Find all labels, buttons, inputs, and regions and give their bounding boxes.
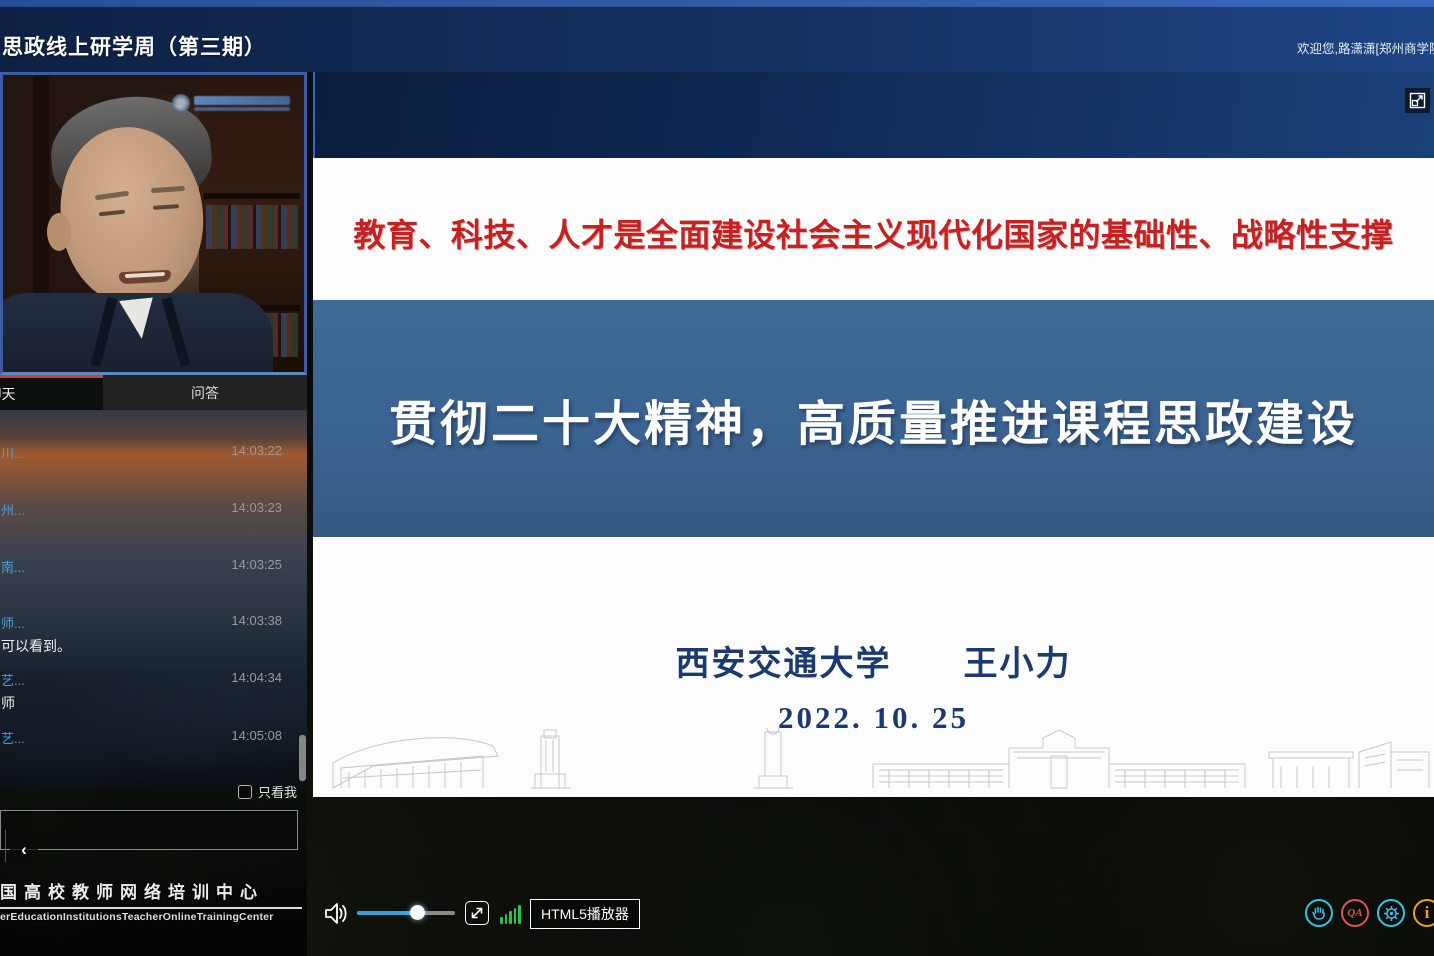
sidebar-tabbar: 聊天 问答 — [0, 375, 307, 410]
sidebar: 聊天 问答 川... 14:03:22 州... 14:03:23 南... 1… — [0, 72, 307, 956]
top-bar: 思政线上研学周（第三期） 欢迎您,路潇潇[郑州商学院 — [0, 0, 1434, 72]
chat-message-text: 可以看到。 — [1, 636, 71, 656]
chat-message-row: 艺... 14:05:08 — [0, 728, 300, 746]
chat-timestamp: 14:03:23 — [231, 500, 282, 515]
only-me-checkbox[interactable] — [238, 785, 252, 799]
course-title: 思政线上研学周（第三期） — [2, 31, 266, 61]
tab-qa[interactable]: 问答 — [103, 375, 307, 410]
chat-panel: 川... 14:03:22 州... 14:03:23 南... 14:03:2… — [0, 410, 307, 956]
logo-chinese-text: 国高校教师网络培训中心 — [0, 878, 302, 909]
collapse-sidebar-button[interactable]: ‹ — [10, 836, 38, 864]
campus-buildings-sketch — [313, 728, 1434, 797]
chat-scrollbar[interactable] — [299, 735, 306, 781]
fullscreen-icon[interactable] — [1405, 88, 1430, 113]
tab-chat[interactable]: 聊天 — [0, 375, 103, 410]
chat-timestamp: 14:03:25 — [231, 557, 282, 572]
presenter — [3, 75, 304, 372]
raise-hand-icon[interactable] — [1305, 899, 1333, 927]
slide-banner: 贯彻二十大精神，高质量推进课程思政建设 — [313, 300, 1434, 537]
slide-top-title: 教育、科技、人才是全面建设社会主义现代化国家的基础性、战略性支撑 — [313, 210, 1434, 256]
chat-username: 南... — [1, 557, 25, 576]
chat-username: 艺... — [1, 728, 25, 747]
training-center-logo: 国高校教师网络培训中心 erEducationInstitutionsTeach… — [0, 878, 302, 923]
watermark-text-blur — [194, 96, 290, 111]
video-watermark-logo — [172, 91, 290, 115]
chat-username: 师... — [1, 613, 25, 632]
presenter-video — [0, 72, 307, 375]
main-area: 教育、科技、人才是全面建设社会主义现代化国家的基础性、战略性支撑 贯彻二十大精神… — [313, 72, 1434, 956]
settings-gear-icon[interactable] — [1377, 899, 1405, 927]
chat-input[interactable] — [0, 810, 298, 850]
qa-icon-label: QA — [1347, 907, 1362, 919]
qa-icon[interactable]: QA — [1341, 899, 1369, 927]
watermark-emblem-icon — [172, 94, 190, 112]
chat-message-text: 师 — [1, 693, 15, 713]
chat-timestamp: 14:04:34 — [231, 670, 282, 685]
chat-username: 川... — [1, 443, 25, 462]
volume-slider-fill — [357, 911, 418, 915]
player-type-badge[interactable]: HTML5播放器 — [530, 899, 640, 929]
chat-timestamp: 14:03:38 — [231, 613, 282, 628]
presenter-ear — [47, 213, 71, 251]
chat-message-row: 师... 14:03:38 — [0, 613, 300, 631]
chat-username: 艺... — [1, 670, 25, 689]
volume-icon[interactable] — [322, 900, 349, 932]
chat-message-row: 艺... 14:04:34 — [0, 670, 300, 688]
chat-message-row: 州... 14:03:23 — [0, 500, 300, 518]
chat-timestamp: 14:03:22 — [231, 443, 282, 458]
network-signal-icon — [500, 904, 522, 924]
chat-timestamp: 14:05:08 — [231, 728, 282, 743]
chat-message-row: 川... 14:03:22 — [0, 443, 300, 461]
slide-main-title: 贯彻二十大精神，高质量推进课程思政建设 — [389, 384, 1358, 454]
volume-slider[interactable] — [357, 911, 455, 915]
slide-author: 西安交通大学 王小力 — [313, 636, 1434, 685]
welcome-user-text: 欢迎您,路潇潇[郑州商学院 — [1297, 38, 1434, 57]
info-icon-label: i — [1425, 903, 1430, 923]
slide-header-band — [313, 72, 1434, 158]
logo-english-text: erEducationInstitutionsTeacherOnlineTrai… — [0, 911, 302, 923]
divider — [5, 830, 6, 862]
tab-chat-label: 聊天 — [0, 384, 16, 404]
app-root: 思政线上研学周（第三期） 欢迎您,路潇潇[郑州商学院 — [0, 0, 1434, 956]
volume-slider-handle[interactable] — [410, 905, 425, 920]
chat-username: 州... — [1, 500, 25, 519]
switch-line-icon[interactable] — [465, 901, 489, 925]
presentation-slide: 教育、科技、人才是全面建设社会主义现代化国家的基础性、战略性支撑 贯彻二十大精神… — [313, 158, 1434, 797]
chat-message-row: 南... 14:03:25 — [0, 557, 300, 575]
top-bar-highlight-strip — [0, 0, 1434, 7]
info-icon[interactable]: i — [1413, 899, 1434, 927]
tab-qa-label: 问答 — [191, 383, 219, 403]
only-me-filter[interactable]: 只看我 — [238, 782, 297, 801]
only-me-label: 只看我 — [258, 782, 297, 801]
